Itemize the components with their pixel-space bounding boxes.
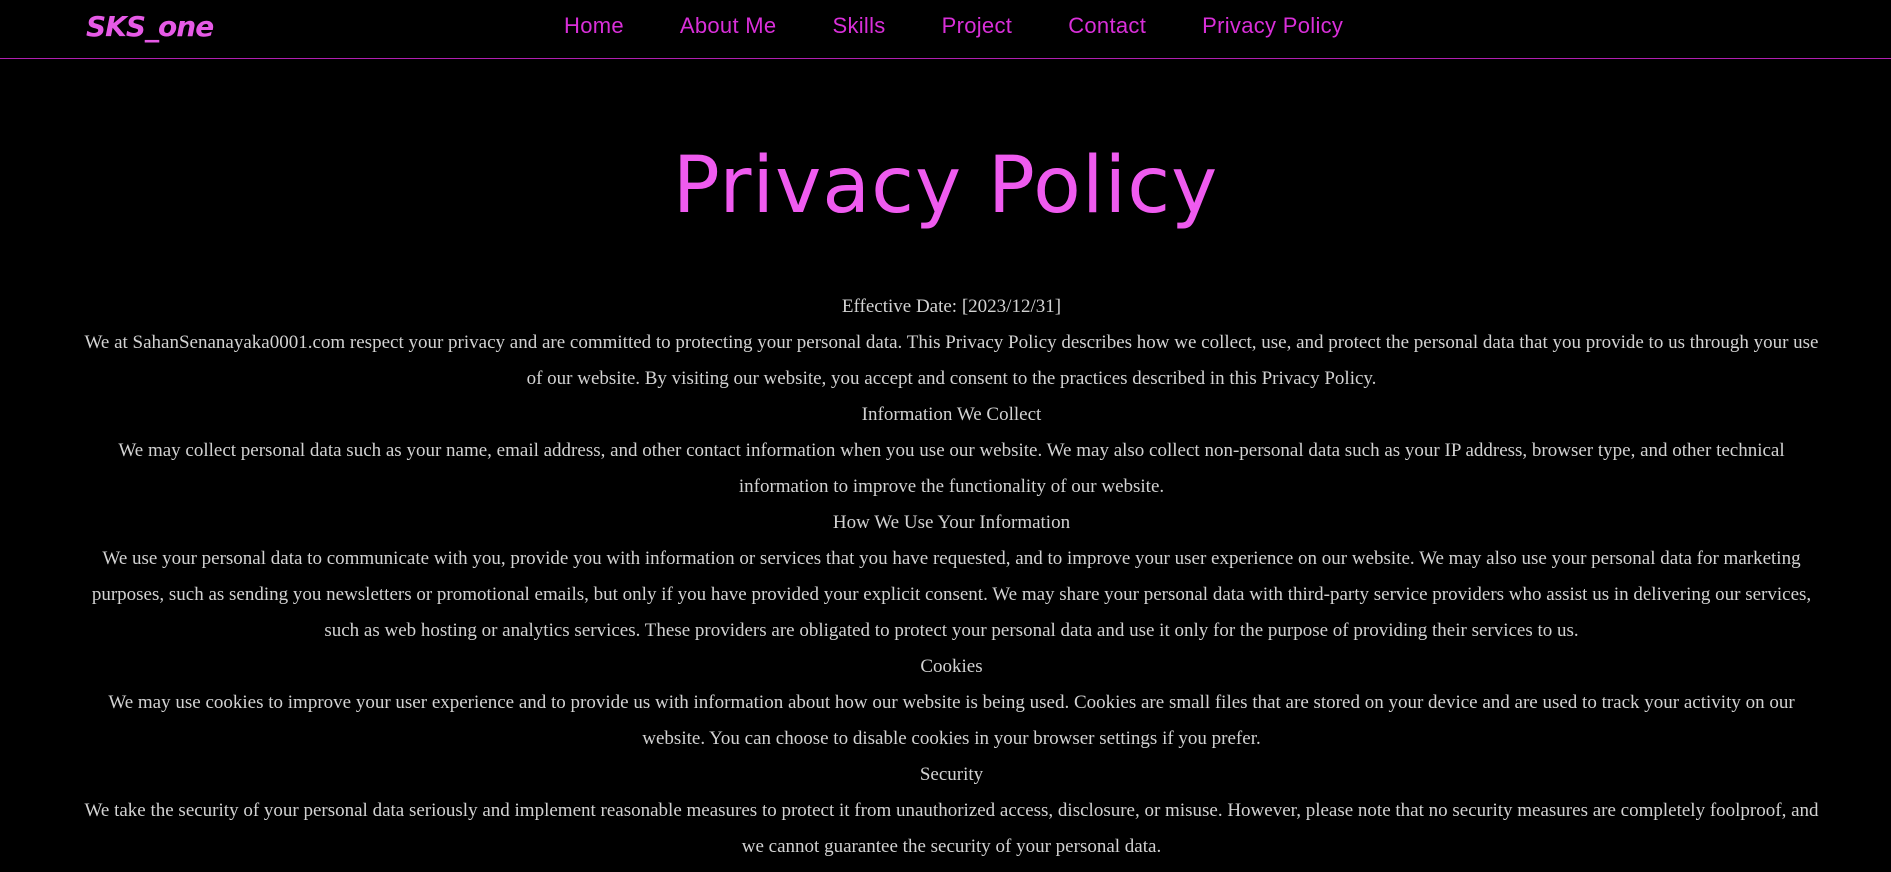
section-body-information-collect: We may collect personal data such as you… — [118, 440, 1785, 497]
section-body-cookies: We may use cookies to improve your user … — [108, 692, 1795, 749]
page-title: Privacy Policy — [672, 141, 1219, 231]
section-body-use-information: We use your personal data to communicate… — [91, 548, 1812, 641]
policy-content: Effective Date: [2023/12/31] We at Sahan… — [84, 289, 1819, 865]
nav-link-project[interactable]: Project — [942, 13, 1013, 39]
nav-link-privacy-policy[interactable]: Privacy Policy — [1202, 13, 1343, 39]
section-body-security: We take the security of your personal da… — [84, 800, 1819, 857]
section-heading-security: Security — [919, 764, 984, 785]
section-heading-use-information: How We Use Your Information — [832, 512, 1071, 533]
section-heading-cookies: Cookies — [920, 656, 983, 677]
site-logo[interactable]: SKS_one — [86, 10, 214, 43]
nav-link-home[interactable]: Home — [564, 13, 624, 39]
nav-links: Home About Me Skills Project Contact Pri… — [537, 0, 1371, 52]
nav-link-skills[interactable]: Skills — [832, 13, 885, 39]
effective-date: Effective Date: [2023/12/31] — [841, 296, 1062, 317]
nav-link-contact[interactable]: Contact — [1068, 13, 1146, 39]
policy-intro: We at SahanSenanayaka0001.com respect yo… — [84, 332, 1819, 389]
nav-link-about-me[interactable]: About Me — [680, 13, 777, 39]
section-heading-information-collect: Information We Collect — [861, 404, 1042, 425]
navbar: SKS_one Home About Me Skills Project Con… — [0, 0, 1891, 59]
